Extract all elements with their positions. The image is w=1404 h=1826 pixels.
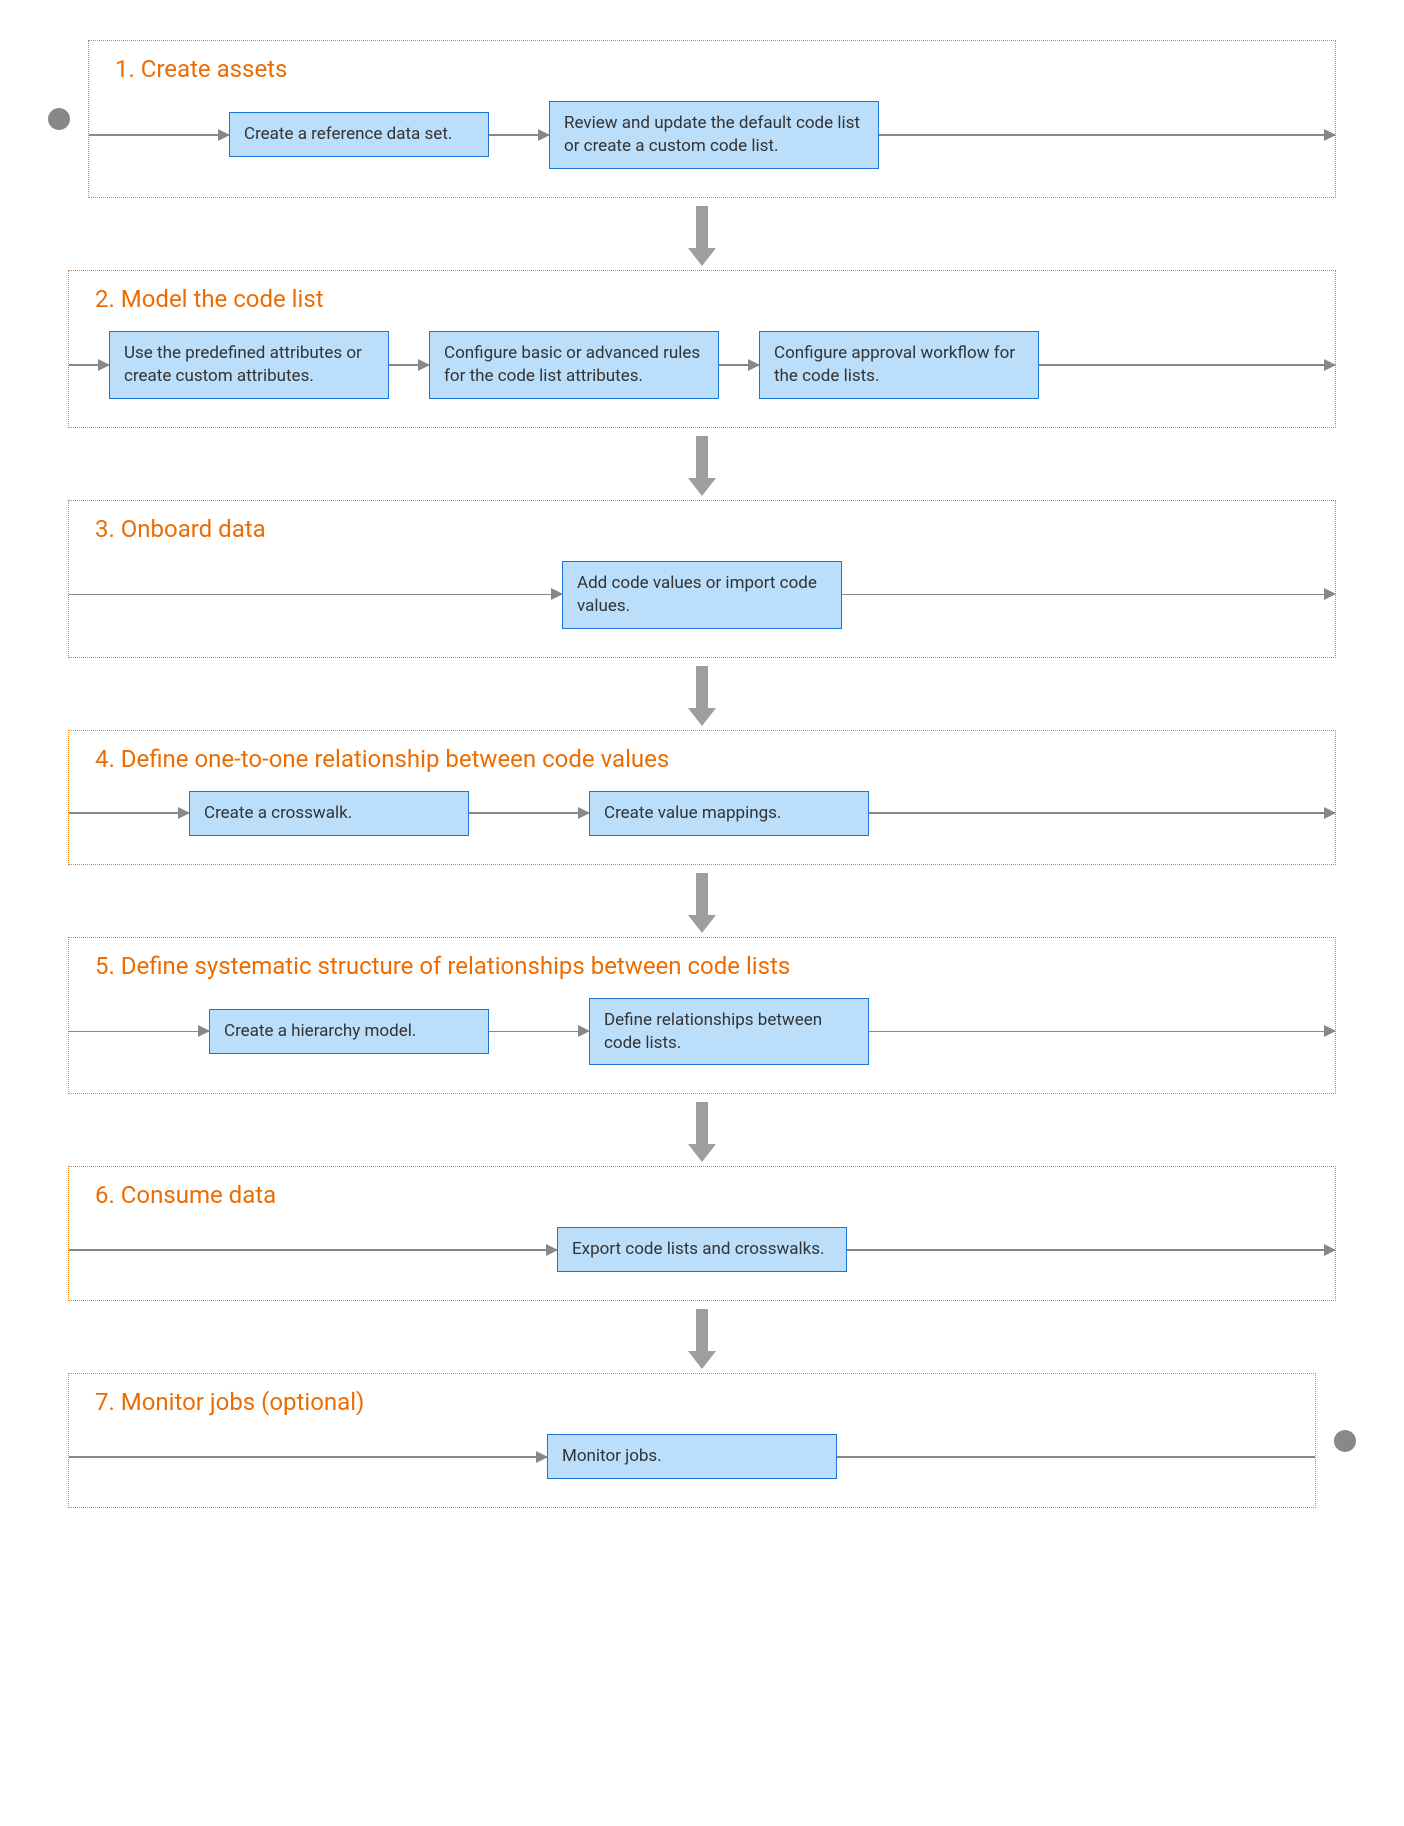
step-box: Create value mappings.	[589, 791, 869, 836]
step-box: Monitor jobs.	[547, 1434, 837, 1479]
down-arrow-icon	[696, 666, 708, 722]
stage-1: 1. Create assets Create a reference data…	[88, 40, 1336, 198]
stage-2: 2. Model the code list Use the predefine…	[68, 270, 1336, 428]
stage-3: 3. Onboard data Add code values or impor…	[68, 500, 1336, 658]
step-box: Configure approval workflow for the code…	[759, 331, 1039, 399]
stage-title: 2. Model the code list	[89, 285, 1315, 313]
stage-6: 6. Consume data Export code lists and cr…	[68, 1166, 1336, 1301]
stage-7: 7. Monitor jobs (optional) Monitor jobs.	[68, 1373, 1316, 1508]
stage-row-7: 7. Monitor jobs (optional) Monitor jobs.	[48, 1373, 1356, 1508]
stage-row-1: 1. Create assets Create a reference data…	[48, 40, 1356, 198]
down-arrow-icon	[696, 873, 708, 929]
stage-title: 1. Create assets	[109, 55, 1315, 83]
step-box: Add code values or import code values.	[562, 561, 842, 629]
step-box: Use the predefined attributes or create …	[109, 331, 389, 399]
stage-title: 4. Define one-to-one relationship betwee…	[89, 745, 1315, 773]
stage-title: 7. Monitor jobs (optional)	[89, 1388, 1295, 1416]
down-arrow-icon	[696, 436, 708, 492]
stage-5: 5. Define systematic structure of relati…	[68, 937, 1336, 1095]
down-arrow-icon	[696, 1309, 708, 1365]
step-box: Define relationships between code lists.	[589, 998, 869, 1066]
end-dot	[1334, 1430, 1356, 1452]
down-arrow-icon	[696, 1102, 708, 1158]
stage-title: 6. Consume data	[89, 1181, 1315, 1209]
step-box: Create a reference data set.	[229, 112, 489, 157]
step-box: Create a hierarchy model.	[209, 1009, 489, 1054]
stage-4: 4. Define one-to-one relationship betwee…	[68, 730, 1336, 865]
step-box: Configure basic or advanced rules for th…	[429, 331, 719, 399]
step-box: Review and update the default code list …	[549, 101, 879, 169]
stage-title: 5. Define systematic structure of relati…	[89, 952, 1315, 980]
down-arrow-icon	[696, 206, 708, 262]
stage-title: 3. Onboard data	[89, 515, 1315, 543]
step-box: Create a crosswalk.	[189, 791, 469, 836]
step-box: Export code lists and crosswalks.	[557, 1227, 847, 1272]
start-dot	[48, 108, 70, 130]
